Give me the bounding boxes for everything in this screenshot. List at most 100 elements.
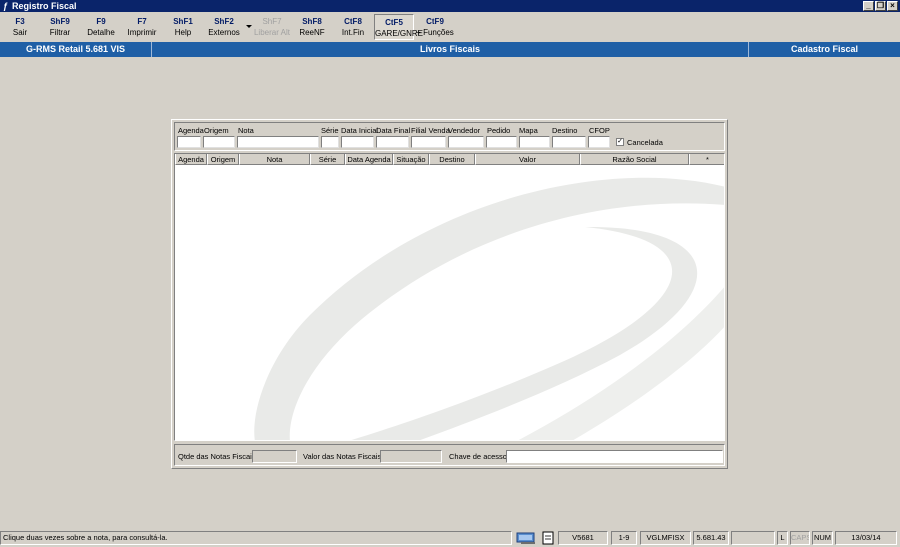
status-company: 1-9 [611,531,637,545]
chave-acesso-label: Chave de acesso: [449,452,510,461]
reenf-label: ReeNF [299,28,325,37]
valor-notas-field [380,450,442,463]
liberar-alt-key: ShF7 [262,17,282,26]
module-title: Livros Fiscais [152,42,749,57]
col-serie[interactable]: Série [310,154,345,165]
col-destino[interactable]: Destino [429,154,475,165]
sair-key: F3 [15,17,25,26]
nota-input[interactable] [237,136,319,148]
detalhe-label: Detalhe [87,28,115,37]
int-fin-key: CtF8 [344,17,362,26]
reenf-key: ShF8 [302,17,322,26]
data-inicial-label: Data Inicial [341,126,379,135]
gare-gnre-label: GARE/GNRE [375,29,424,38]
mapa-input[interactable] [519,136,550,148]
serie-label: Série [321,126,339,135]
destino-input[interactable] [552,136,586,148]
status-bar: Clique duas vezes sobre a nota, para con… [0,530,900,547]
minimize-icon[interactable]: _ [863,1,874,11]
mais-funcoes-label: + Funções [416,28,454,37]
main-panel: Agenda Origem Nota Série Data Inicial Da… [171,119,728,469]
app-icon: ƒ [3,1,9,11]
chave-acesso-input[interactable] [506,450,723,463]
liberar-alt-label: Liberar Alt [253,28,291,37]
imprimir-button[interactable]: F7 Imprimir [123,14,161,40]
totals-bar: Qtde das Notas Fiscais: Valor das Notas … [174,444,725,466]
filter-bar: Agenda Origem Nota Série Data Inicial Da… [174,122,725,151]
gare-gnre-button[interactable]: CtF5 GARE/GNRE [374,14,424,40]
origem-input[interactable] [203,136,235,148]
serie-input[interactable] [321,136,339,148]
filial-venda-label: Filial Venda [411,126,450,135]
col-valor[interactable]: Valor [475,154,580,165]
pedido-input[interactable] [486,136,517,148]
computer-network-icon[interactable] [515,531,539,545]
col-nota[interactable]: Nota [239,154,310,165]
check-icon: ✓ [617,138,623,145]
qtde-notas-field [252,450,297,463]
filial-venda-input[interactable] [411,136,446,148]
qtde-notas-label: Qtde das Notas Fiscais: [178,452,258,461]
detalhe-button[interactable]: F9 Detalhe [82,14,120,40]
col-origem[interactable]: Origem [207,154,239,165]
toolbar: F3 Sair ShF9 Filtrar F9 Detalhe F7 Impri… [0,12,900,41]
externos-key: ShF2 [214,17,234,26]
status-date: 13/03/14 [835,531,897,545]
vendedor-input[interactable] [448,136,484,148]
mais-funcoes-button[interactable]: CtF9 + Funções [416,14,454,40]
int-fin-label: Int.Fin [341,28,365,37]
cancelada-label: Cancelada [627,138,663,147]
help-key: ShF1 [173,17,193,26]
filtrar-button[interactable]: ShF9 Filtrar [41,14,79,40]
cancelada-checkbox[interactable]: ✓ [616,138,624,146]
col-data-agenda[interactable]: Data Agenda [345,154,393,165]
pedido-label: Pedido [487,126,511,135]
col-situacao[interactable]: Situação [393,154,429,165]
status-num: NUM [812,531,833,545]
status-program: VGLMFISX [640,531,691,545]
notas-grid[interactable]: Agenda Origem Nota Série Data Agenda Sit… [174,153,725,441]
grid-header: Agenda Origem Nota Série Data Agenda Sit… [175,154,724,165]
reenf-button[interactable]: ShF8 ReeNF [294,14,330,40]
imprimir-key: F7 [137,17,147,26]
data-inicial-input[interactable] [341,136,374,148]
status-message: Clique duas vezes sobre a nota, para con… [0,531,512,545]
cfop-input[interactable] [588,136,610,148]
filtrar-label: Filtrar [49,28,71,37]
detalhe-key: F9 [96,17,106,26]
mais-funcoes-key: CtF9 [426,17,444,26]
gare-gnre-key: CtF5 [385,18,403,27]
cfop-label: CFOP [589,126,610,135]
data-final-input[interactable] [376,136,409,148]
int-fin-button[interactable]: CtF8 Int.Fin [334,14,372,40]
externos-label: Externos [208,28,240,37]
col-extra[interactable]: * [689,154,724,165]
sair-label: Sair [12,28,28,37]
status-caps: CAPS [790,531,810,545]
help-label: Help [174,28,192,37]
document-icon[interactable] [541,531,555,545]
vendedor-label: Vendedor [448,126,481,135]
agenda-input[interactable] [177,136,201,148]
externos-button[interactable]: ShF2 Externos [205,14,243,40]
liberar-alt-button[interactable]: ShF7 Liberar Alt [252,14,292,40]
window-title: Registro Fiscal [12,1,77,11]
imprimir-label: Imprimir [127,28,157,37]
restore-icon[interactable]: ❐ [875,1,886,11]
col-razao-social[interactable]: Razão Social [580,154,689,165]
valor-notas-label: Valor das Notas Fiscais: [303,452,384,461]
sair-button[interactable]: F3 Sair [2,14,38,40]
logo-watermark-icon [254,177,724,440]
close-icon[interactable]: × [887,1,898,11]
col-agenda[interactable]: Agenda [175,154,207,165]
status-version: V5681 [558,531,608,545]
nota-label: Nota [238,126,254,135]
status-l: L [777,531,788,545]
help-button[interactable]: ShF1 Help [164,14,202,40]
destino-label: Destino [552,126,578,135]
window-title-bar: ƒ Registro Fiscal _ ❐ × [0,0,900,12]
mapa-label: Mapa [519,126,538,135]
origem-label: Origem [204,126,229,135]
status-empty [731,531,775,545]
system-version: G-RMS Retail 5.681 VIS [0,42,152,57]
